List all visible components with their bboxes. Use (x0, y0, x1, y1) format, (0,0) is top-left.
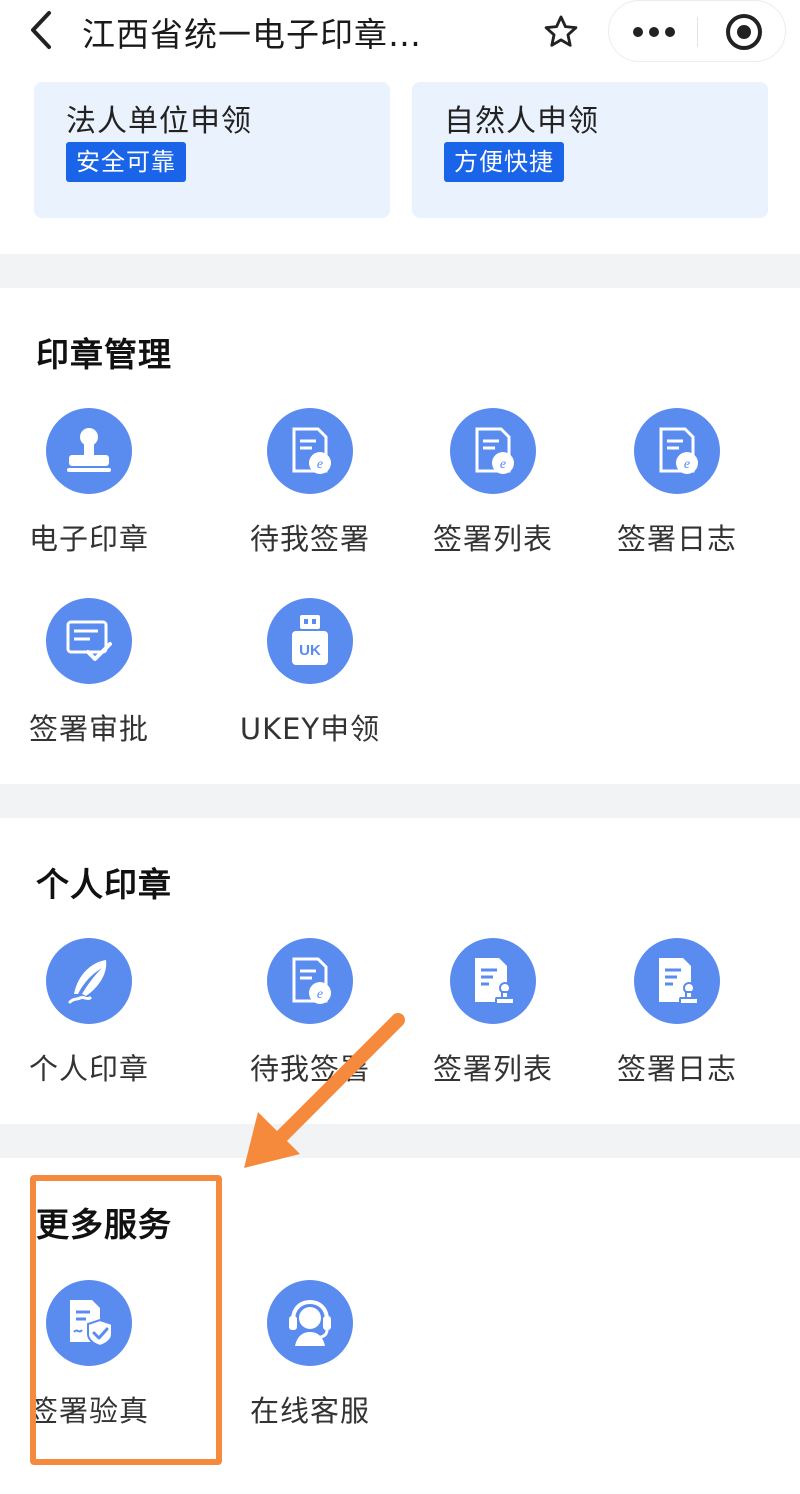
grid-item-label: 在线客服 (249, 1394, 370, 1428)
grid-item-sign-list[interactable]: e 签署列表 (402, 408, 582, 558)
natural-person-apply-card[interactable]: 自然人申领 方便快捷 (412, 82, 768, 218)
capsule-divider (697, 17, 698, 47)
document-stamp-icon (659, 958, 699, 1005)
usb-key-icon: UK (292, 615, 328, 665)
grid-item-label: 待我签署 (249, 1052, 370, 1086)
svg-text:e: e (317, 987, 323, 1002)
icon-circle (634, 938, 720, 1024)
e-sign-document-icon: e (475, 427, 514, 474)
grid-item-personal-seal[interactable]: 个人印章 (0, 938, 178, 1088)
grid-item-label: 签署日志 (616, 522, 737, 556)
grid-item-ukey-apply[interactable]: UK UKEY申领 (219, 598, 399, 748)
icon-circle (267, 1280, 353, 1366)
top-bar: 江西省统一电子印章… (0, 0, 800, 68)
grid-item-label: 签署审批 (28, 712, 149, 746)
apply-card-title: 法人单位申领 (66, 104, 252, 139)
feather-pen-icon (68, 960, 107, 1004)
approval-check-icon (66, 620, 112, 661)
icon-circle (450, 938, 536, 1024)
icon-circle: e (634, 408, 720, 494)
grid-item-label: 签署列表 (432, 1052, 553, 1086)
apply-card-tag: 安全可靠 (66, 142, 186, 182)
grid-item-online-support[interactable]: 在线客服 (219, 1280, 399, 1430)
icon-circle (46, 408, 132, 494)
section-divider (0, 254, 800, 288)
icon-circle: e (450, 408, 536, 494)
svg-text:UK: UK (299, 642, 321, 659)
star-icon (544, 15, 578, 47)
svg-text:e: e (500, 457, 506, 472)
mini-program-capsule (608, 0, 786, 62)
section-divider (0, 784, 800, 818)
grid-item-label: 签署日志 (616, 1052, 737, 1086)
highlight-annotation-box (30, 1175, 222, 1465)
grid-item-sign-log[interactable]: 签署日志 (586, 938, 766, 1088)
document-stamp-icon (475, 958, 515, 1005)
grid-item-electronic-seal[interactable]: 电子印章 (0, 408, 178, 558)
svg-text:e: e (684, 457, 690, 472)
close-mini-program-button[interactable] (713, 9, 775, 55)
grid-item-sign-log[interactable]: e 签署日志 (586, 408, 766, 558)
chevron-left-icon (31, 11, 51, 49)
grid-item-label: 个人印章 (28, 1052, 149, 1086)
back-button[interactable] (18, 6, 66, 54)
section-title: 印章管理 (36, 335, 172, 374)
grid-item-pending-sign[interactable]: e 待我签署 (219, 938, 399, 1088)
more-dots-icon (633, 27, 675, 37)
icon-circle: e (267, 938, 353, 1024)
stamp-icon (67, 428, 111, 472)
grid-item-label: 电子印章 (28, 522, 149, 556)
grid-item-sign-approval[interactable]: 签署审批 (0, 598, 178, 748)
svg-text:e: e (317, 457, 323, 472)
grid-item-pending-sign[interactable]: e 待我签署 (219, 408, 399, 558)
section-title: 个人印章 (36, 865, 172, 904)
icon-circle (46, 938, 132, 1024)
apply-card-tag: 方便快捷 (444, 142, 564, 182)
icon-circle: UK (267, 598, 353, 684)
more-button[interactable] (623, 9, 685, 55)
icon-circle: e (267, 408, 353, 494)
e-sign-document-icon: e (292, 957, 331, 1004)
page-title: 江西省统一电子印章… (82, 15, 422, 54)
grid-item-sign-list[interactable]: 签署列表 (402, 938, 582, 1088)
icon-circle (46, 598, 132, 684)
section-divider (0, 1124, 800, 1158)
target-circle-icon (726, 14, 762, 50)
legal-entity-apply-card[interactable]: 法人单位申领 安全可靠 (34, 82, 390, 218)
grid-item-label: 待我签署 (249, 522, 370, 556)
e-sign-document-icon: e (292, 427, 331, 474)
favorite-button[interactable] (530, 4, 592, 60)
grid-item-label: UKEY申领 (239, 712, 381, 746)
e-sign-document-icon: e (659, 427, 698, 474)
seal-management-section: 印章管理 电子印章 e 待我签署 e 签署列表 e 签署日志 签署审批 UK U… (0, 288, 800, 784)
apply-card-title: 自然人申领 (444, 104, 599, 139)
personal-seal-section: 个人印章 个人印章 e 待我签署 签署列表 签署日志 (0, 818, 800, 1124)
headset-agent-icon (289, 1299, 331, 1346)
grid-item-label: 签署列表 (432, 522, 553, 556)
